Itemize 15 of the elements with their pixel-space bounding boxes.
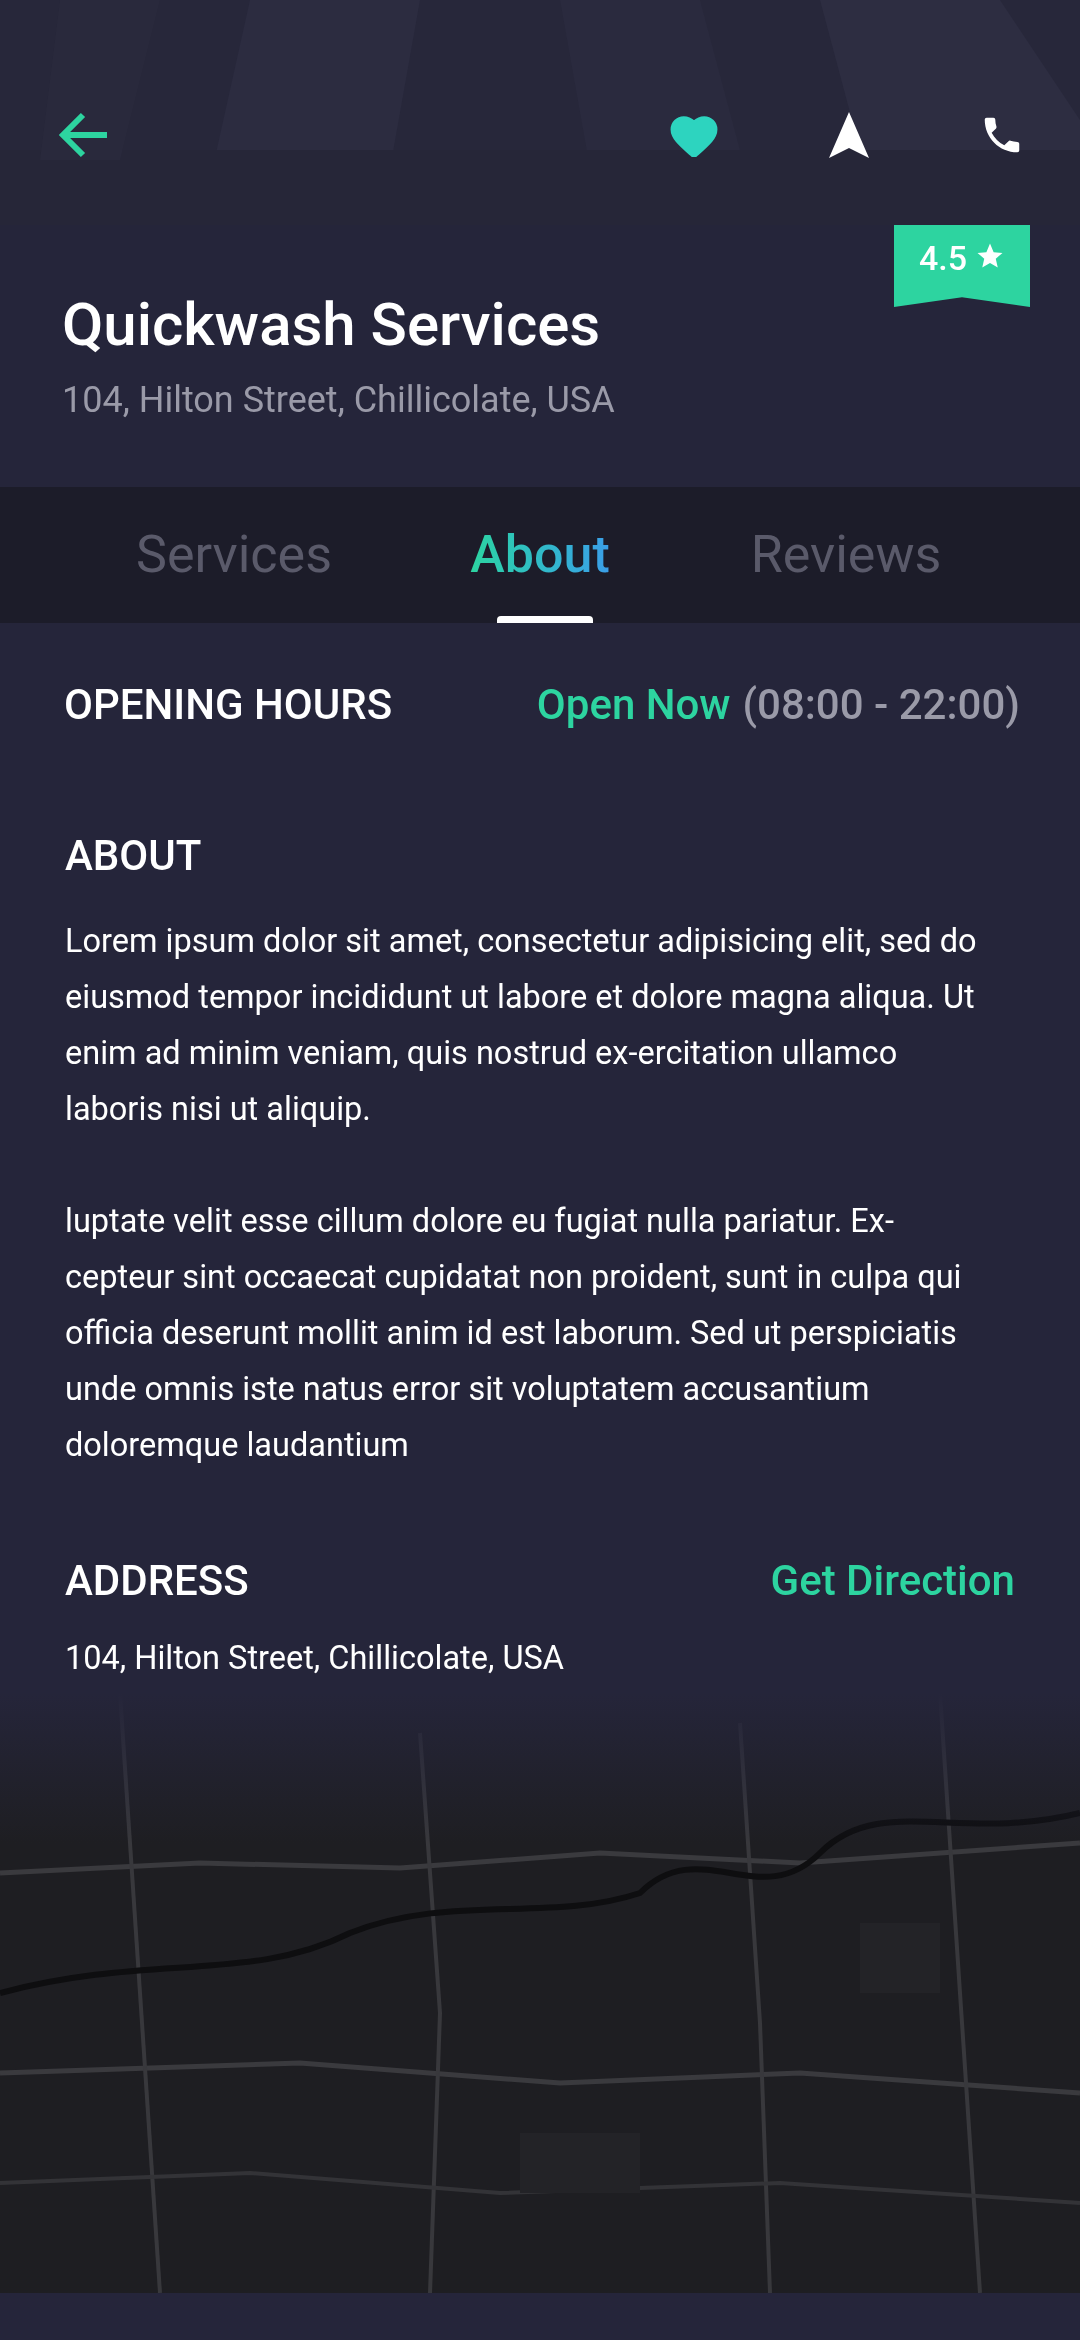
section-heading: ADDRESS [65,1555,249,1607]
tab[interactable]: About [387,487,693,623]
navigation-arrow-icon[interactable] [829,112,869,158]
paragraph: Lorem ipsum dolor sit amet, consectetur adipisicing elit, sed do eiusmod tempor incididunt ut labore et dolore magna aliqua. Ut enim ad minim veniam, quis nostrud ex-ercitation ullamco laboris nisi ut aliquip. [65,921,978,1130]
get-direction-link[interactable]: Get Direction [770,1549,1015,1612]
business-name: Quickwash Services [62,288,602,362]
paragraph: luptate velit esse cillum dolore eu fugiat nulla pariatur. Ex-cepteur sint occaecat cupidatat non proident, sunt in culpa qui officia deserunt mollit anim id est laborum. Sed ut perspiciatis unde omnis iste natus error sit voluptatem accusantium doloremque laudantium [65,1201,963,1466]
heart-icon[interactable] [669,113,719,157]
section-heading: OPENING HOURS [64,679,393,731]
rating-value: 4.5 [918,241,968,275]
section-heading: ABOUT [65,830,203,882]
business-address: 104, Hilton Street, Chillicolate, USA [62,378,616,423]
opening-hours: (08:00 - 22:00) [742,679,1020,731]
open-status: Open Now [536,679,731,731]
address-text: 104, Hilton Street, Chillicolate, USA [64,1638,565,1679]
